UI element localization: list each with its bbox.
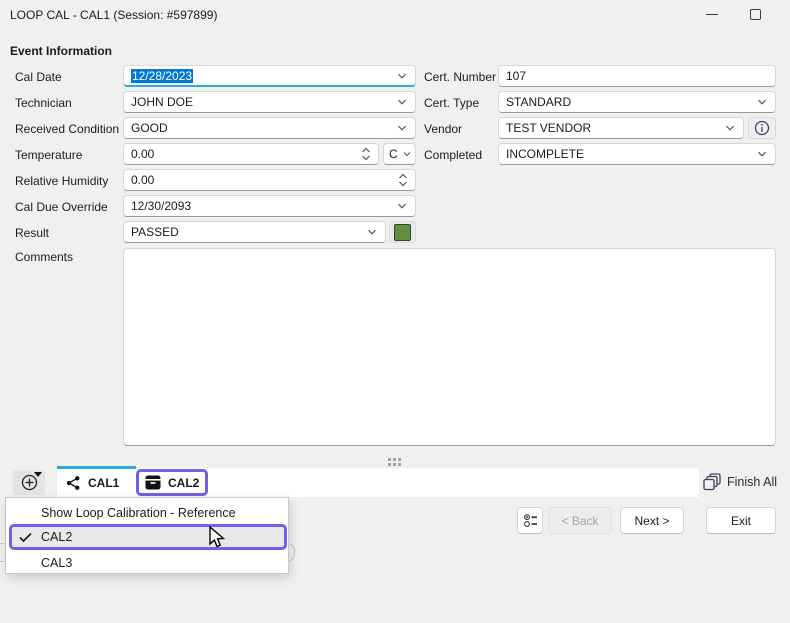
cert-type-combobox[interactable]: STANDARD	[498, 91, 776, 113]
menu-item-show-loop-calibration[interactable]: Show Loop Calibration - Reference	[6, 502, 288, 524]
minimize-icon	[706, 14, 718, 15]
vendor-combobox[interactable]: TEST VENDOR	[498, 117, 744, 139]
comments-textarea[interactable]	[123, 248, 776, 446]
splitter-grip-icon[interactable]	[388, 458, 401, 466]
menu-item-cal3[interactable]: CAL3	[6, 552, 288, 574]
chevron-down-icon[interactable]	[724, 122, 736, 134]
temperature-numberbox[interactable]: 0.00	[123, 143, 379, 165]
completed-value: INCOMPLETE	[506, 147, 584, 161]
back-button[interactable]: < Back	[548, 507, 612, 534]
result-value: PASSED	[131, 225, 179, 239]
result-combobox[interactable]: PASSED	[123, 221, 386, 243]
relative-humidity-label: Relative Humidity	[15, 174, 108, 188]
triangle-down-icon	[34, 472, 42, 477]
mouse-cursor-icon	[208, 526, 230, 555]
cal-due-override-combobox[interactable]: 12/30/2093	[123, 195, 416, 217]
tab-cal2-label: CAL2	[168, 476, 199, 490]
chevron-down-icon[interactable]	[756, 96, 768, 108]
completed-combobox[interactable]: INCOMPLETE	[498, 143, 776, 165]
result-status-swatch-container	[389, 221, 416, 243]
chevron-down-icon[interactable]	[366, 226, 378, 238]
cert-number-value: 107	[506, 69, 526, 83]
vendor-info-button[interactable]	[748, 117, 776, 139]
technician-label: Technician	[15, 96, 72, 110]
spinner-icon[interactable]	[361, 147, 371, 161]
checkmark-icon	[19, 532, 37, 543]
chevron-down-icon[interactable]	[396, 70, 408, 82]
technician-combobox[interactable]: JOHN DOE	[123, 91, 416, 113]
next-button[interactable]: Next >	[620, 507, 684, 534]
finish-all-label: Finish All	[727, 475, 777, 489]
cal-date-label: Cal Date	[15, 70, 62, 84]
received-condition-combobox[interactable]: GOOD	[123, 117, 416, 139]
spinner-icon[interactable]	[398, 173, 408, 187]
tab-cal1-label: CAL1	[88, 476, 119, 490]
section-title: Event Information	[10, 44, 112, 58]
active-tab-indicator	[57, 466, 136, 469]
minimize-button[interactable]	[697, 1, 727, 27]
radio-list-icon	[523, 513, 538, 528]
temperature-label: Temperature	[15, 148, 82, 162]
maximize-button[interactable]	[740, 1, 770, 27]
window-title: LOOP CAL - CAL1 (Session: #597899)	[10, 8, 217, 22]
relative-humidity-numberbox[interactable]: 0.00	[123, 169, 416, 191]
completed-label: Completed	[424, 148, 482, 162]
vendor-label: Vendor	[424, 122, 462, 136]
chevron-down-icon[interactable]	[396, 96, 408, 108]
finish-all-button[interactable]: Finish All	[703, 473, 777, 491]
received-condition-value: GOOD	[131, 121, 168, 135]
tab-context-menu: Show Loop Calibration - Reference CAL2 C…	[5, 497, 289, 574]
menu-item-label: CAL3	[41, 556, 72, 570]
temperature-unit-value: C	[389, 147, 398, 161]
archive-icon	[145, 475, 161, 490]
chevron-down-icon[interactable]	[396, 200, 408, 212]
info-circle-icon	[754, 120, 770, 136]
cal-date-combobox[interactable]: 12/28/2023	[123, 65, 416, 87]
exit-button[interactable]: Exit	[706, 507, 776, 534]
result-label: Result	[15, 226, 49, 240]
relative-humidity-value: 0.00	[131, 173, 154, 187]
add-calibration-button[interactable]	[13, 470, 45, 495]
chevron-down-icon[interactable]	[756, 148, 768, 160]
cert-type-value: STANDARD	[506, 95, 571, 109]
tab-cal1[interactable]: CAL1	[60, 470, 125, 495]
vendor-value: TEST VENDOR	[506, 121, 591, 135]
menu-item-label: Show Loop Calibration - Reference	[41, 506, 236, 520]
share-icon	[66, 475, 81, 491]
cert-type-label: Cert. Type	[424, 96, 479, 110]
chevron-down-icon[interactable]	[402, 149, 412, 159]
cert-number-input[interactable]: 107	[498, 65, 776, 87]
menu-item-cal2[interactable]: CAL2	[6, 526, 288, 548]
chevron-down-icon[interactable]	[396, 122, 408, 134]
tab-cal2[interactable]: CAL2	[136, 469, 208, 496]
cal-due-override-value: 12/30/2093	[131, 199, 191, 213]
wizard-options-button[interactable]	[517, 507, 543, 534]
temperature-value: 0.00	[131, 147, 154, 161]
maximize-icon	[750, 9, 761, 20]
cert-number-label: Cert. Number	[424, 70, 496, 84]
loop-cal-window: LOOP CAL - CAL1 (Session: #597899) Event…	[0, 0, 790, 623]
technician-value: JOHN DOE	[131, 95, 193, 109]
result-status-color	[394, 224, 411, 241]
comments-label: Comments	[15, 250, 73, 264]
stacked-pages-icon	[703, 473, 721, 491]
cal-date-value: 12/28/2023	[131, 69, 193, 83]
temperature-unit-combobox[interactable]: C	[383, 143, 416, 165]
cal-due-override-label: Cal Due Override	[15, 200, 108, 214]
received-condition-label: Received Condition	[15, 122, 119, 136]
menu-item-label: CAL2	[41, 530, 72, 544]
